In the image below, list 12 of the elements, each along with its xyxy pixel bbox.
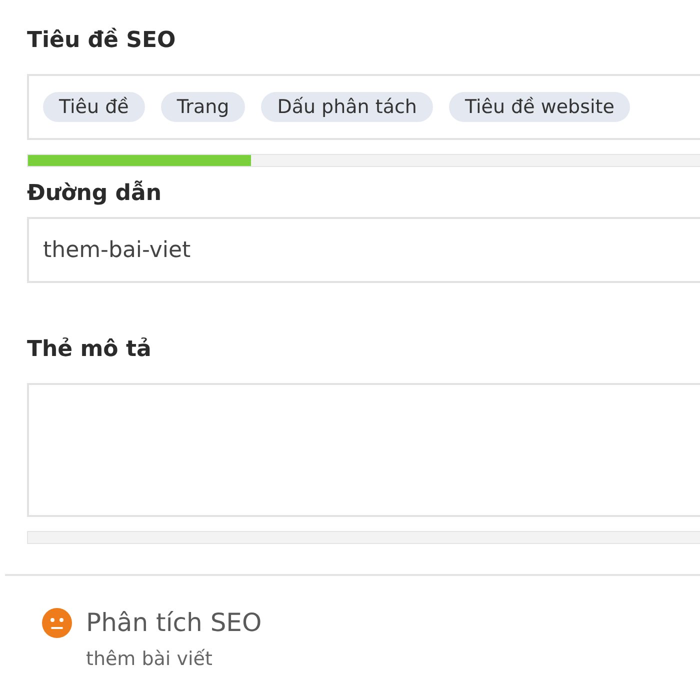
- field-label: Thẻ mô tả: [27, 336, 152, 364]
- focus-keyword: thêm bài viết: [86, 648, 214, 670]
- slug-field[interactable]: them-bai-viet: [27, 217, 700, 283]
- variable-tag[interactable]: Trang: [160, 92, 246, 122]
- seo-title-field[interactable]: Tiêu đề Trang Dấu phân tách Tiêu đề website: [27, 74, 700, 140]
- variable-tag[interactable]: Tiêu đề: [43, 92, 145, 122]
- field-label: Đường dẫn: [27, 180, 163, 208]
- description-field[interactable]: [27, 383, 700, 517]
- field-label: Tiêu đề SEO: [27, 26, 177, 55]
- section-title[interactable]: Phân tích SEO: [86, 606, 262, 640]
- variable-tag[interactable]: Dấu phân tách: [261, 92, 433, 122]
- variable-tag[interactable]: Tiêu đề website: [448, 92, 630, 122]
